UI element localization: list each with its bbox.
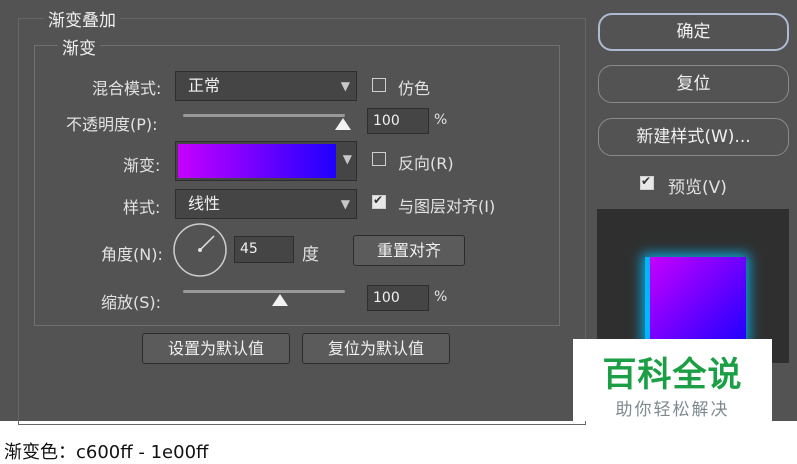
align-with-layer-label: 与图层对齐(I) (398, 197, 496, 216)
preview-shape (645, 257, 746, 343)
watermark-subtitle: 助你轻松解决 (615, 400, 730, 420)
scale-slider-thumb[interactable] (272, 294, 288, 306)
chevron-down-icon: ▼ (340, 197, 350, 211)
opacity-slider-thumb[interactable] (335, 118, 351, 130)
reverse-label: 反向(R) (398, 154, 454, 173)
blend-mode-label: 混合模式: (92, 79, 162, 98)
section-title: 渐变叠加 (44, 6, 120, 31)
dither-checkbox[interactable] (372, 78, 386, 92)
opacity-slider-track[interactable] (183, 114, 345, 117)
scale-label: 缩放(S): (101, 293, 162, 312)
chevron-down-icon: ▼ (340, 79, 350, 93)
preview-label: 预览(V) (668, 178, 727, 198)
reset-alignment-button[interactable]: 重置对齐 (353, 235, 465, 266)
gradient-overlay-dialog: 渐变叠加 渐变 混合模式: 正常 ▼ 仿色 不透明度(P): 100 % 渐变:… (0, 0, 797, 425)
dither-label: 仿色 (398, 79, 431, 98)
scale-input[interactable]: 100 (367, 285, 429, 311)
reset-button[interactable]: 复位 (598, 65, 789, 103)
style-label: 样式: (123, 198, 161, 217)
style-select[interactable]: 线性 ▼ (175, 189, 357, 219)
align-with-layer-checkbox[interactable] (372, 193, 386, 209)
angle-label: 角度(N): (101, 245, 163, 264)
angle-input[interactable]: 45 (234, 236, 294, 263)
gradient-label: 渐变: (123, 156, 161, 175)
gradient-caption: 渐变色：c600ff - 1e00ff (4, 442, 209, 463)
gradient-picker[interactable]: ▼ (175, 141, 357, 181)
preview-checkbox[interactable] (640, 174, 654, 190)
angle-unit: 度 (302, 245, 319, 265)
opacity-unit: % (434, 112, 448, 128)
blend-mode-value: 正常 (188, 76, 221, 95)
ok-button[interactable]: 确定 (598, 13, 789, 51)
watermark-title: 百科全说 (602, 355, 743, 395)
opacity-input[interactable]: 100 (367, 108, 429, 134)
gradient-swatch[interactable] (178, 144, 336, 178)
blend-mode-select[interactable]: 正常 ▼ (175, 71, 357, 101)
scale-slider-track[interactable] (183, 290, 345, 293)
new-style-button[interactable]: 新建样式(W)... (598, 118, 789, 156)
gradient-group-title: 渐变 (58, 34, 100, 59)
angle-dial[interactable] (172, 222, 228, 278)
reverse-checkbox[interactable] (372, 152, 386, 166)
reset-to-default-button[interactable]: 复位为默认值 (302, 333, 450, 364)
opacity-label: 不透明度(P): (66, 115, 158, 134)
watermark-box: 百科全说 助你轻松解决 (573, 339, 772, 421)
chevron-down-icon[interactable]: ▼ (343, 152, 352, 166)
scale-unit: % (434, 289, 448, 305)
make-default-button[interactable]: 设置为默认值 (142, 333, 290, 364)
style-value: 线性 (188, 194, 221, 213)
